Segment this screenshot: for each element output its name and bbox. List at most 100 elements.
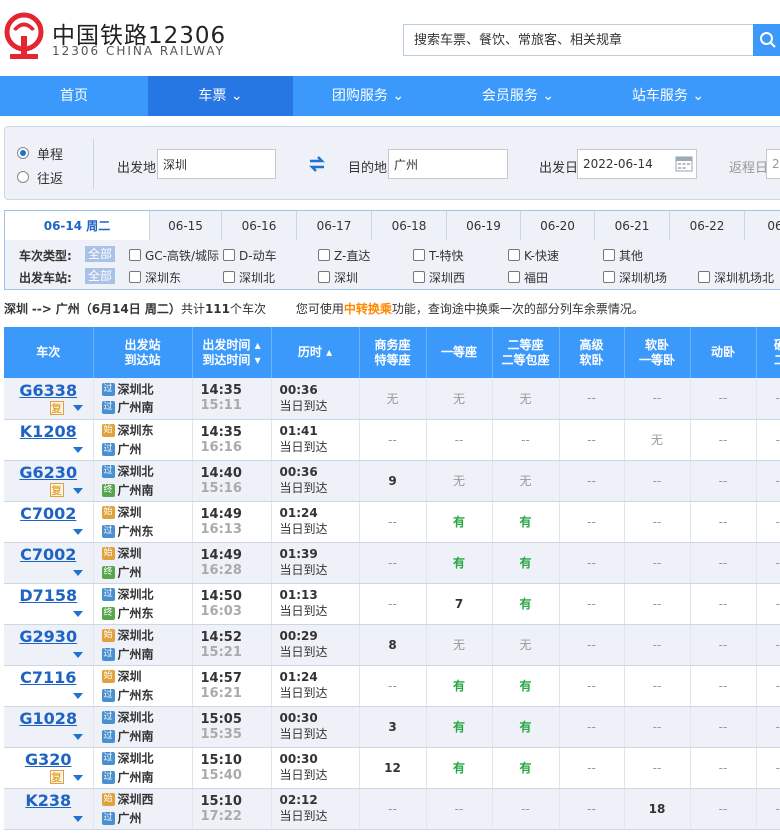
train-number-link[interactable]: C7002 [20,545,76,564]
checkbox-label[interactable]: GC-高铁/城际 [145,247,219,264]
seat-availability[interactable]: 有 [492,706,560,748]
checkbox-label[interactable]: 深圳东 [145,269,181,286]
from-station-input[interactable] [157,149,276,179]
chevron-down-icon[interactable] [72,569,83,576]
arrive-time: 16:13 [200,521,242,537]
seat-availability[interactable]: 有 [426,665,493,707]
checkbox-label[interactable]: 深圳北 [239,269,275,286]
checkbox-label[interactable]: Z-直达 [334,247,370,264]
checkbox-label[interactable]: 深圳机场北 [714,269,774,286]
chevron-down-icon[interactable] [72,610,83,617]
calendar-icon[interactable] [675,154,693,172]
chevron-down-icon[interactable] [72,528,83,535]
seat-availability[interactable]: 有 [426,747,493,789]
chevron-down-icon[interactable] [72,487,83,494]
checkbox[interactable] [129,249,141,261]
train-number-link[interactable]: C7002 [20,504,76,523]
checkbox[interactable] [698,271,710,283]
one-way-radio[interactable] [17,147,29,159]
seat-availability[interactable]: 有 [426,542,493,584]
checkbox[interactable] [603,249,615,261]
date-tab[interactable]: 06-16 [222,211,297,241]
train-number-link[interactable]: D7158 [19,586,77,605]
train-number-link[interactable]: C7116 [20,668,76,687]
checkbox-label[interactable]: 深圳西 [429,269,465,286]
date-tab[interactable]: 06-21 [595,211,670,241]
site-search-input[interactable] [403,24,754,56]
round-trip-radio[interactable] [17,171,29,183]
checkbox[interactable] [223,249,235,261]
to-station-input[interactable] [388,149,508,179]
checkbox[interactable] [318,249,330,261]
checkbox[interactable] [129,271,141,283]
date-tab[interactable]: 06-18 [372,211,447,241]
one-way-label[interactable]: 单程 [37,144,63,163]
chevron-down-icon[interactable] [72,405,83,412]
checkbox[interactable] [413,271,425,283]
chevron-down-icon[interactable] [72,446,83,453]
date-tab[interactable]: 06-22 [670,211,745,241]
seat-availability[interactable]: 有 [492,665,560,707]
seat-availability[interactable]: 有 [426,706,493,748]
checkbox-label[interactable]: 深圳 [334,269,358,286]
checkbox-label[interactable]: T-特快 [429,247,464,264]
checkbox-label[interactable]: 深圳机场 [619,269,667,286]
seat-availability[interactable]: 有 [492,583,560,625]
depart-station-all-button[interactable]: 全部 [85,268,116,284]
train-type-all-button[interactable]: 全部 [85,246,116,262]
from-station: 深圳 [117,546,142,561]
seat-availability[interactable]: 12 [359,747,427,789]
train-number-link[interactable]: G1028 [19,709,77,728]
checkbox[interactable] [508,249,520,261]
train-number-link[interactable]: G320 [25,750,72,769]
seat-availability[interactable]: 有 [492,747,560,789]
seat-availability[interactable]: 有 [492,542,560,584]
nav-member-service[interactable]: 会员服务 ⌄ [443,76,593,116]
checkbox[interactable] [318,271,330,283]
seat-availability[interactable]: 7 [426,583,493,625]
nav-home[interactable]: 首页 [0,76,148,116]
transfer-link[interactable]: 中转换乘 [344,302,392,316]
chevron-down-icon[interactable] [72,692,83,699]
column-header[interactable]: 历时 ▴ [271,327,360,378]
chevron-down-icon[interactable] [72,774,83,781]
seat-availability[interactable]: 8 [359,624,427,666]
train-number-link[interactable]: K238 [25,791,71,810]
checkbox-label[interactable]: 其他 [619,247,643,264]
date-tab[interactable]: 06-15 [150,211,222,241]
seat-availability[interactable]: 18 [624,788,691,830]
date-tab[interactable]: 06 [745,211,780,241]
column-header[interactable]: 出发时间 ▴ 到达时间 ▾ [192,327,272,378]
date-tab[interactable]: 06-19 [447,211,521,241]
date-tab[interactable]: 06-20 [521,211,595,241]
checkbox[interactable] [603,271,615,283]
chevron-down-icon[interactable] [72,651,83,658]
seat-availability[interactable]: 9 [359,460,427,502]
time-cell: 14:40 15:16 [192,460,272,502]
chevron-down-icon[interactable] [72,733,83,740]
nav-tickets[interactable]: 车票 ⌄ [148,76,293,116]
search-button[interactable] [753,24,780,56]
checkbox-label[interactable]: K-快速 [524,247,559,264]
checkbox-label[interactable]: D-动车 [239,247,277,264]
date-tab[interactable]: 06-17 [297,211,372,241]
nav-station-service[interactable]: 站车服务 ⌄ [593,76,743,116]
checkbox[interactable] [508,271,520,283]
checkbox[interactable] [413,249,425,261]
date-tab[interactable]: 06-14 周二 [5,211,150,242]
chevron-down-icon[interactable] [72,815,83,822]
swap-stations-icon[interactable] [308,155,326,173]
return-date-input[interactable] [766,149,780,179]
round-trip-label[interactable]: 往返 [37,168,63,187]
railway-logo-icon[interactable] [4,12,44,60]
seat-availability[interactable]: 3 [359,706,427,748]
nav-group-service[interactable]: 团购服务 ⌄ [293,76,443,116]
seat-availability[interactable]: 有 [492,501,560,543]
seat-availability[interactable]: 有 [426,501,493,543]
train-number-link[interactable]: G6230 [19,463,77,482]
train-number-link[interactable]: K1208 [20,422,77,441]
train-number-link[interactable]: G6338 [19,381,77,400]
checkbox[interactable] [223,271,235,283]
checkbox-label[interactable]: 福田 [524,269,548,286]
train-number-link[interactable]: G2930 [19,627,77,646]
